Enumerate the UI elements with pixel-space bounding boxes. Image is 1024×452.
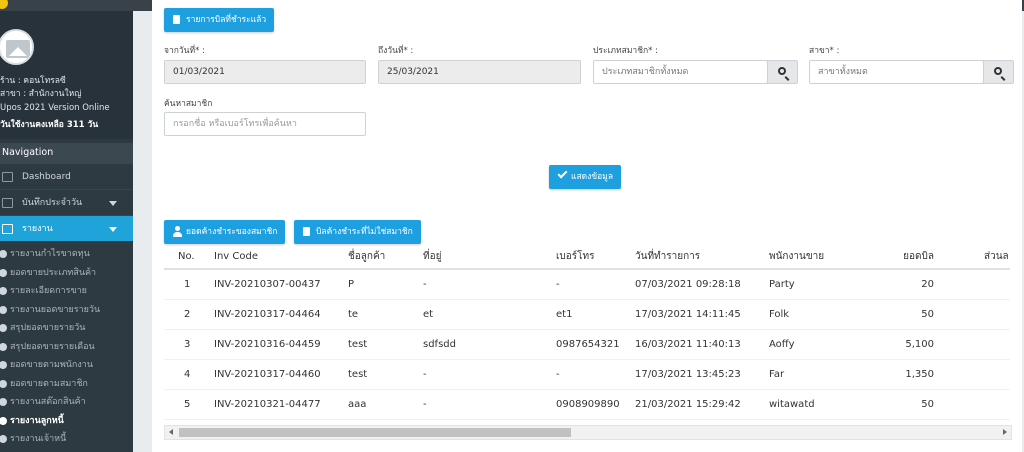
submenu-item[interactable]: รายงานเจ้าหนี้: [0, 430, 133, 449]
from-date-label: จากวันที่* :: [164, 46, 205, 56]
from-date-field[interactable]: 01/03/2021: [164, 60, 366, 84]
document-icon: [303, 227, 310, 236]
monitor-icon: [2, 224, 13, 234]
col-salesperson: พนักงานขาย: [769, 244, 859, 270]
horizontal-scrollbar[interactable]: [164, 425, 1012, 440]
user-icon: [173, 226, 182, 237]
branch-label: สาขา* :: [809, 46, 840, 56]
sidebar-item-dashboard[interactable]: Dashboard: [0, 163, 133, 189]
search-member-label: ค้นหาสมาชิก: [164, 99, 213, 109]
sidebar-item-daily-record[interactable]: บันทึกประจำวัน: [0, 189, 133, 215]
sidebar: ร้าน : คอนโทรลซี สาขา : สำนักงานใหญ่ Upo…: [0, 11, 133, 452]
to-date-label: ถึงวันที่* :: [378, 46, 414, 56]
table-row[interactable]: 5 INV-20210321-04477 aaa - 0908909890 21…: [164, 389, 1010, 420]
debt-table: No. Inv Code ชื่อลูกค้า ที่อยู่ เบอร์โทร…: [164, 244, 1010, 420]
arrow-left-icon[interactable]: [169, 429, 173, 435]
sidebar-item-reports[interactable]: รายงาน: [0, 215, 133, 241]
col-inv-code: Inv Code: [214, 244, 348, 270]
col-date: วันที่ทำรายการ: [635, 244, 769, 270]
main-content: รายการบิลที่ชำระแล้ว จากวันที่* : 01/03/…: [152, 0, 1022, 452]
version-text: Upos 2021 Version Online: [0, 103, 110, 113]
profile-panel: ร้าน : คอนโทรลซี สาขา : สำนักงานใหญ่ Upo…: [0, 11, 133, 139]
chevron-down-icon: [109, 201, 117, 206]
submenu-item[interactable]: รายละเอียดการขาย: [0, 282, 133, 301]
member-type-search-button[interactable]: [767, 60, 798, 84]
col-customer: ชื่อลูกค้า: [348, 244, 423, 270]
member-type-field[interactable]: ประเภทสมาชิกทั้งหมด: [593, 60, 768, 84]
submenu-item[interactable]: รายงานกำไรขาดทุน: [0, 245, 133, 264]
book-icon: [2, 198, 13, 208]
show-data-button[interactable]: แสดงข้อมูล: [549, 165, 622, 189]
logo-icon: [0, 0, 8, 9]
submenu-item[interactable]: รายงานสต๊อกสินค้า: [0, 393, 133, 412]
reports-submenu: รายงานกำไรขาดทุน ยอดขายประเภทสินค้า รายล…: [0, 241, 133, 449]
remaining-days: วันใช้งานคงเหลือ 311 วัน: [0, 120, 99, 130]
submenu-item[interactable]: สรุปยอดขายรายเดือน: [0, 338, 133, 357]
submenu-item[interactable]: ยอดขายตามพนักงาน: [0, 356, 133, 375]
paid-bills-button[interactable]: รายการบิลที่ชำระแล้ว: [164, 8, 275, 32]
branch-name: สาขา : สำนักงานใหญ่: [0, 89, 82, 99]
submenu-item[interactable]: ยอดขายตามสมาชิก: [0, 375, 133, 394]
document-icon: [173, 15, 180, 24]
search-member-input[interactable]: กรอกชื่อ หรือเบอร์โทรเพื่อค้นหา: [164, 112, 366, 136]
col-address: ที่อยู่: [423, 244, 556, 270]
submenu-item[interactable]: ยอดขายประเภทสินค้า: [0, 264, 133, 283]
col-no: No.: [164, 244, 214, 270]
col-phone: เบอร์โทร: [556, 244, 635, 270]
sidebar-item-label: บันทึกประจำวัน: [22, 198, 83, 208]
image-placeholder-icon: [6, 40, 30, 58]
arrow-right-icon[interactable]: [1003, 429, 1007, 435]
submenu-item-debtors-report[interactable]: รายงานลูกหนี้: [0, 412, 133, 431]
scrollbar-thumb[interactable]: [179, 428, 571, 437]
sidebar-item-label: Dashboard: [22, 172, 71, 182]
sidebar-item-label: รายงาน: [22, 224, 53, 234]
avatar[interactable]: [0, 29, 34, 65]
submenu-item[interactable]: สรุปยอดขายรายวัน: [0, 319, 133, 338]
col-discount: ส่วนล: [934, 244, 1010, 270]
col-bill-total: ยอดบิล: [859, 244, 934, 270]
table-row[interactable]: 4 INV-20210317-04460 test - - 17/03/2021…: [164, 359, 1010, 390]
submenu-item[interactable]: รายงานยอดขายรายวัน: [0, 301, 133, 320]
branch-field[interactable]: สาขาทั้งหมด: [809, 60, 984, 84]
table-header-row: No. Inv Code ชื่อลูกค้า ที่อยู่ เบอร์โทร…: [164, 244, 1010, 270]
member-type-label: ประเภทสมาชิก* :: [593, 46, 658, 56]
table-row[interactable]: 2 INV-20210317-04464 te et et1 17/03/202…: [164, 299, 1010, 330]
table-row[interactable]: 3 INV-20210316-04459 test sdfsdd 0987654…: [164, 329, 1010, 360]
to-date-field[interactable]: 25/03/2021: [378, 60, 581, 84]
table-row[interactable]: 1 INV-20210307-00437 P - - 07/03/2021 09…: [164, 269, 1010, 300]
search-icon: [994, 67, 1002, 75]
check-icon: [557, 168, 568, 179]
chevron-down-icon: [109, 227, 117, 232]
branch-search-button[interactable]: [983, 60, 1014, 84]
nonmember-debt-button[interactable]: บิลค้างชำระที่ไม่ใช่สมาชิก: [294, 220, 421, 244]
member-debt-button[interactable]: ยอดค้างชำระของสมาชิก: [164, 220, 286, 244]
search-icon: [778, 67, 786, 75]
chart-icon: [2, 172, 13, 182]
shop-name: ร้าน : คอนโทรลซี: [0, 76, 66, 86]
nav-header: Navigation: [0, 143, 133, 163]
